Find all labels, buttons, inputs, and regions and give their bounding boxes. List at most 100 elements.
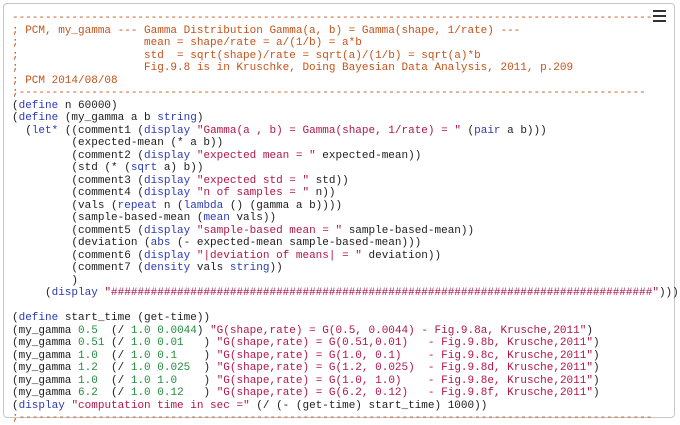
code-line: (define (my_gamma a b string) xyxy=(12,112,679,125)
code-token: ) xyxy=(196,324,211,337)
comment-token: ; std = sqrt(shape)/rate = sqrt(a)/(1/b)… xyxy=(12,49,481,62)
string-token: "G(shape,rate) = G(1.0, 1.0) - Fig.9.8e,… xyxy=(216,374,593,387)
code-line: ; PCM, my_gamma --- Gamma Distribution G… xyxy=(12,25,679,38)
code-token: (comment7 ( xyxy=(12,262,145,274)
code-token: ( xyxy=(12,124,32,137)
string-token: "G(shape,rate) = G(6.2, 0.12) - Fig.9.8f… xyxy=(216,387,593,399)
keyword-token: mean xyxy=(203,212,230,224)
code-token: ) xyxy=(177,349,217,362)
code-token: (my_gamma xyxy=(12,362,79,374)
number-token: 1.0 xyxy=(157,374,178,387)
keyword-token: display xyxy=(144,174,191,187)
keyword-token: define xyxy=(18,99,59,112)
code-token: ) xyxy=(177,374,217,387)
code-token: (comment2 ( xyxy=(12,149,145,162)
code-token: (/ xyxy=(97,349,131,362)
string-token: "sample-based mean = " xyxy=(196,224,343,237)
code-line: (comment3 (display "expected std = " std… xyxy=(12,175,679,188)
code-line: (expected-mean (* a b)) xyxy=(12,137,679,150)
code-token: std)) xyxy=(309,174,349,187)
code-token: (comment5 ( xyxy=(12,224,145,237)
code-token: a) b)) xyxy=(157,162,204,174)
code-token: ((comment1 ( xyxy=(58,124,145,137)
code-line: (define start_time (get-time)) xyxy=(12,312,679,325)
code-token: vals)) xyxy=(229,212,277,224)
keyword-token: display xyxy=(144,249,191,262)
keyword-token: string xyxy=(157,112,197,124)
code-token: (my_gamma xyxy=(12,337,79,349)
code-listing[interactable]: ----------------------------------------… xyxy=(12,12,679,425)
code-line: ) xyxy=(12,275,679,288)
number-token: 1.0 xyxy=(130,349,151,362)
code-line: (comment6 (display "|deviation of means|… xyxy=(12,250,679,263)
string-token: "#######################################… xyxy=(104,287,659,299)
code-token: n ( xyxy=(157,199,184,212)
code-line: (comment5 (display "sample-based mean = … xyxy=(12,225,679,238)
code-token: ) xyxy=(592,362,600,374)
code-token: ( xyxy=(12,99,19,112)
keyword-token: pair xyxy=(474,124,501,137)
number-token: 1.0 xyxy=(78,349,98,362)
code-token: ( xyxy=(12,312,19,324)
number-token: 0.1 xyxy=(157,349,178,362)
number-token: 1.0 xyxy=(130,374,151,387)
code-token: ) xyxy=(592,387,600,399)
code-token: deviation)) xyxy=(361,249,442,262)
number-token: 1.0 xyxy=(130,387,151,399)
code-line: (vals (repeat n (lambda () (gamma a b)))… xyxy=(12,200,679,213)
string-token: "G(shape,rate) = G(0.51,0.01) - Fig.9.8b… xyxy=(216,337,593,349)
code-token: ) xyxy=(592,349,600,362)
code-token: ( xyxy=(12,112,19,124)
code-token: start_time (get-time)) xyxy=(58,312,211,324)
keyword-token: display xyxy=(144,224,191,237)
code-token: (my_gamma xyxy=(12,349,79,362)
code-line: (comment7 (density vals string)) xyxy=(12,262,679,275)
code-token: ) xyxy=(592,374,600,387)
number-token: 0.025 xyxy=(157,362,191,374)
number-token: 1.0 xyxy=(78,374,98,387)
comment-token: ----------------------------------------… xyxy=(12,12,653,24)
code-token: (vals ( xyxy=(12,199,118,212)
keyword-token: display xyxy=(18,399,65,412)
number-token: 0.12 xyxy=(157,387,184,399)
number-token: 0.0044 xyxy=(157,324,197,337)
string-token: "expected std = " xyxy=(196,174,310,187)
number-token: 1.0 xyxy=(130,324,151,337)
code-token: expected-mean)) xyxy=(315,149,422,162)
code-line: (comment4 (display "n of samples = " n)) xyxy=(12,187,679,200)
string-token: "G(shape,rate) = G(1.2, 0.025) - Fig.9.8… xyxy=(216,362,593,374)
code-line: ;---------------------------------------… xyxy=(12,87,679,100)
code-token: ) xyxy=(183,387,217,399)
number-token: 0.5 xyxy=(78,324,98,337)
comment-token: ;---------------------------------------… xyxy=(12,412,653,424)
string-token: "expected mean = " xyxy=(196,149,316,162)
keyword-token: display xyxy=(144,149,191,162)
comment-token: ; Fig.9.8 is in Kruschke, Doing Bayesian… xyxy=(12,62,574,74)
code-line: (my_gamma 1.2 (/ 1.0 0.025 ) "G(shape,ra… xyxy=(12,362,679,375)
code-token: (comment3 ( xyxy=(12,174,145,187)
code-line: (my_gamma 0.51 (/ 1.0 0.01 ) "G(shape,ra… xyxy=(12,337,679,350)
string-token: "Gamma(a , b) = Gamma(shape, 1/rate) = " xyxy=(196,124,461,137)
code-line: (define n 60000) xyxy=(12,100,679,113)
code-token: (/ xyxy=(97,362,131,374)
keyword-token: display xyxy=(51,287,98,299)
code-token: ) xyxy=(190,362,217,374)
code-token: (my_gamma a b xyxy=(58,112,158,124)
comment-token: ; PCM 2014/08/08 xyxy=(12,74,118,87)
code-editor-panel[interactable]: ----------------------------------------… xyxy=(3,3,679,424)
comment-token: ; PCM, my_gamma --- Gamma Distribution G… xyxy=(12,24,521,37)
code-token: sample-based-mean)) xyxy=(342,224,475,237)
code-token: (std (* ( xyxy=(12,162,131,174)
string-token: "G(shape,rate) = G(0.5, 0.0044) - Fig.9.… xyxy=(210,324,587,337)
keyword-token: density xyxy=(144,262,191,274)
code-line: ; mean = shape/rate = a/(1/b) = a*b xyxy=(12,37,679,50)
code-line: (my_gamma 1.0 (/ 1.0 1.0 ) "G(shape,rate… xyxy=(12,375,679,388)
code-token: ) xyxy=(183,337,217,349)
code-token: (deviation ( xyxy=(12,237,151,249)
code-token: ( xyxy=(12,399,19,412)
